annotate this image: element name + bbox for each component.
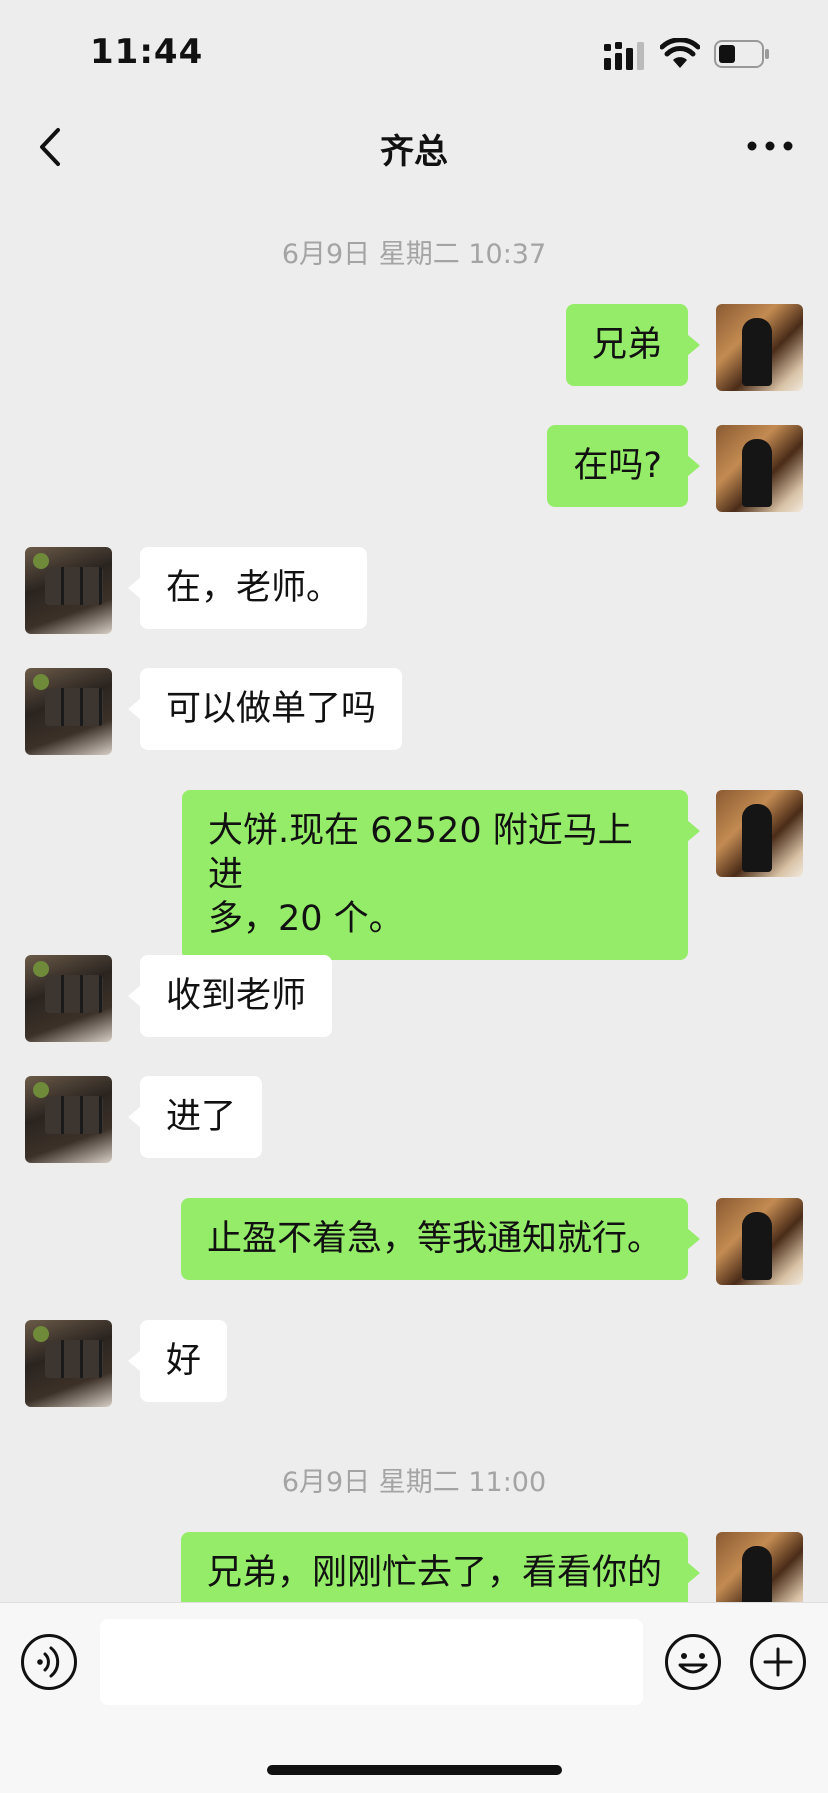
my-avatar[interactable] (716, 304, 803, 391)
message-bubble-received[interactable]: 收到老师 (127, 955, 333, 1037)
battery-icon (714, 40, 769, 68)
voice-icon[interactable] (20, 1633, 78, 1691)
my-avatar[interactable] (716, 1198, 803, 1285)
message-bubble-sent[interactable]: 兄弟，刚刚忙去了，看看你的 (180, 1532, 701, 1602)
message-bubble-received[interactable]: 在，老师。 (127, 547, 368, 629)
contact-avatar[interactable] (25, 668, 112, 755)
my-avatar[interactable] (716, 1532, 803, 1602)
home-indicator (267, 1765, 562, 1775)
wifi-icon (660, 38, 700, 68)
status-bar: 11:44 (0, 0, 828, 100)
message-line: 大饼.现在 62520 附近马上进 (208, 811, 633, 895)
plus-icon[interactable] (749, 1633, 807, 1691)
message-bubble-received[interactable]: 可以做单了吗 (127, 668, 403, 750)
my-avatar[interactable] (716, 425, 803, 512)
message-bubble-sent[interactable]: 止盈不着急，等我通知就行。 (180, 1198, 701, 1280)
my-avatar[interactable] (716, 790, 803, 877)
message-bubble-received[interactable]: 好 (127, 1320, 228, 1402)
nav-bar: 齐总 (0, 100, 828, 194)
message-bubble-sent[interactable]: 在吗? (547, 425, 700, 507)
timestamp: 6月9日 星期二 11:00 (281, 1467, 547, 1498)
more-button[interactable] (742, 126, 798, 166)
contact-avatar[interactable] (25, 1320, 112, 1407)
contact-avatar[interactable] (25, 1076, 112, 1163)
chat-title: 齐总 (380, 132, 448, 172)
message-bubble-received[interactable]: 进了 (127, 1076, 263, 1158)
chat-area[interactable]: 6月9日 星期二 10:37 兄弟 在吗? 在，老师。 可以做单了吗 大饼.现在… (0, 194, 828, 1602)
message-line: 多，20 个。 (208, 899, 404, 939)
message-bubble-sent[interactable]: 大饼.现在 62520 附近马上进 多，20 个。 (182, 790, 700, 960)
cellular-signal-icon (604, 42, 644, 70)
message-input[interactable] (100, 1619, 643, 1705)
contact-avatar[interactable] (25, 955, 112, 1042)
input-bar (0, 1602, 828, 1793)
timestamp: 6月9日 星期二 10:37 (281, 239, 547, 270)
contact-avatar[interactable] (25, 547, 112, 634)
message-bubble-sent[interactable]: 兄弟 (565, 304, 701, 386)
status-time: 11:44 (90, 32, 204, 72)
emoji-icon[interactable] (664, 1633, 722, 1691)
